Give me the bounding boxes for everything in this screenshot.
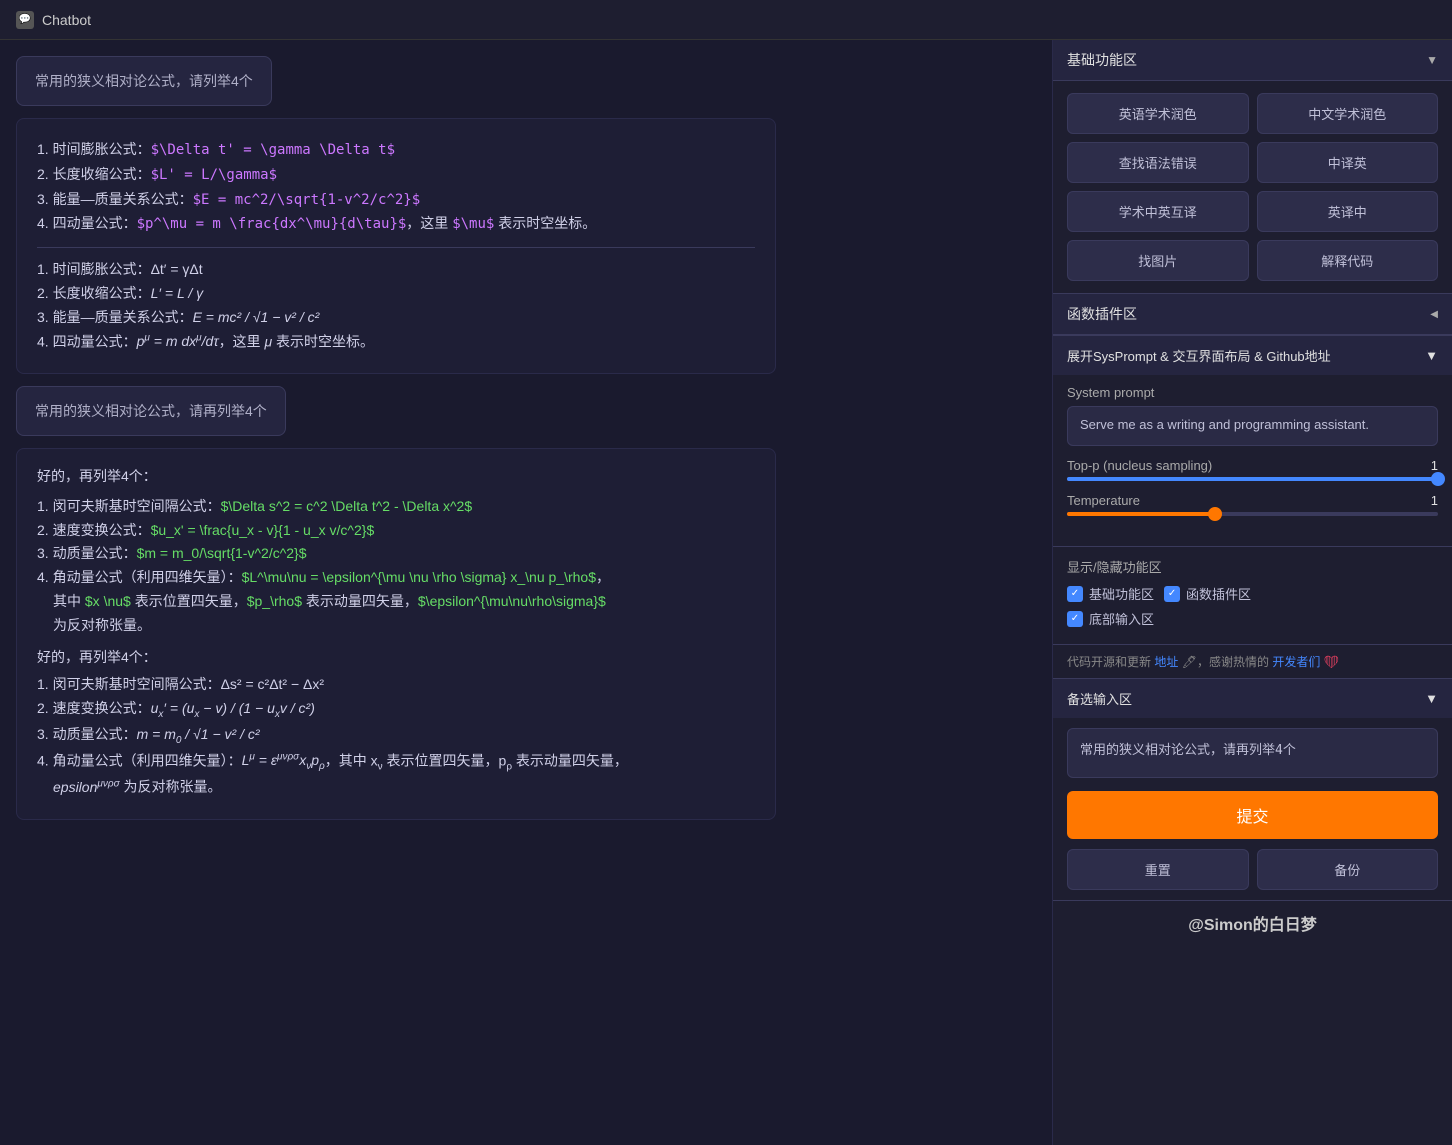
submit-button[interactable]: 提交 xyxy=(1067,791,1438,839)
footer-heart: ❤ xyxy=(1324,655,1339,669)
copy-button[interactable]: 备份 xyxy=(1257,849,1439,890)
btn-grammar-check[interactable]: 查找语法错误 xyxy=(1067,142,1249,183)
plugin-section: 函数插件区 ◀ xyxy=(1053,293,1452,335)
display-checkboxes-2: ✓ 底部输入区 xyxy=(1067,609,1438,628)
system-prompt-value[interactable]: Serve me as a writing and programming as… xyxy=(1067,406,1438,446)
formula-rendered-list-2: 1. 闵可夫斯基时空间隔公式：Δs² = c²Δt² − Δx² 2. 速度变换… xyxy=(37,673,755,799)
temperature-value: 1 xyxy=(1431,493,1438,508)
reset-button[interactable]: 重置 xyxy=(1067,849,1249,890)
footer-link[interactable]: 地址 xyxy=(1154,655,1178,669)
basic-functions-chevron[interactable]: ▼ xyxy=(1426,53,1438,67)
formula-rendered-list: 1. 时间膨胀公式：Δt′ = γΔt 2. 长度收缩公式：L′ = L / γ… xyxy=(37,258,755,354)
user-message-2: 常用的狭义相对论公式，请再列举4个 xyxy=(16,386,286,436)
footer-text-before: 代码开源和更新 xyxy=(1067,655,1151,669)
display-label: 显示/隐藏功能区 xyxy=(1067,557,1438,576)
temperature-slider-fill xyxy=(1067,512,1215,516)
btn-english-academic[interactable]: 英语学术润色 xyxy=(1067,93,1249,134)
backup-header[interactable]: 备选输入区 ▼ xyxy=(1053,679,1452,718)
bottom-action-row: 重置 备份 xyxy=(1067,849,1438,890)
sysprompt-chevron[interactable]: ▼ xyxy=(1425,348,1438,363)
backup-section: 备选输入区 ▼ 提交 重置 备份 xyxy=(1053,678,1452,900)
formula-latex-list-2: 1. 闵可夫斯基时空间隔公式：$\Delta s^2 = c^2 \Delta … xyxy=(37,495,755,638)
assistant-intro: 好的，再列举4个： xyxy=(37,465,755,489)
checkbox-basic[interactable]: ✓ 基础功能区 xyxy=(1067,584,1154,603)
temperature-label: Temperature xyxy=(1067,493,1140,508)
app-header: 💬 Chatbot xyxy=(0,0,1452,40)
top-p-slider-fill xyxy=(1067,477,1438,481)
btn-explain-code[interactable]: 解释代码 xyxy=(1257,240,1439,281)
display-checkboxes: ✓ 基础功能区 ✓ 函数插件区 xyxy=(1067,584,1438,603)
sysprompt-header[interactable]: 展开SysPrompt & 交互界面布局 & Github地址 ▼ xyxy=(1053,336,1452,375)
backup-input[interactable] xyxy=(1067,728,1438,778)
temperature-slider-thumb[interactable] xyxy=(1208,507,1222,521)
checkbox-bottom-input[interactable]: ✓ 底部输入区 xyxy=(1067,609,1154,628)
temperature-slider-track[interactable] xyxy=(1067,512,1438,516)
chatbot-icon: 💬 xyxy=(16,11,34,29)
user-message-1: 常用的狭义相对论公式，请列举4个 xyxy=(16,56,272,106)
btn-find-image[interactable]: 找图片 xyxy=(1067,240,1249,281)
formula-latex-list: 1. 时间膨胀公式：$\Delta t' = \gamma \Delta t$ … xyxy=(37,138,755,237)
footer-text-after: 🖊，感谢热情的 xyxy=(1182,655,1269,669)
top-p-slider-track[interactable] xyxy=(1067,477,1438,481)
temperature-param: Temperature 1 xyxy=(1067,493,1438,516)
plugin-header[interactable]: 函数插件区 ◀ xyxy=(1053,294,1452,334)
right-panel: 基础功能区 ▼ 英语学术润色 中文学术润色 查找语法错误 中译英 学术中英互译 … xyxy=(1052,40,1452,1145)
system-prompt-label: System prompt xyxy=(1067,385,1438,400)
plugin-triangle: ◀ xyxy=(1430,309,1438,320)
assistant-message-1: 1. 时间膨胀公式：$\Delta t' = \gamma \Delta t$ … xyxy=(16,118,776,374)
btn-en-to-zh[interactable]: 英译中 xyxy=(1257,191,1439,232)
footer-link-area: 代码开源和更新 地址 🖊，感谢热情的 开发者们 ❤ xyxy=(1053,644,1452,678)
assistant-intro-2: 好的，再列举4个： xyxy=(37,646,755,670)
top-p-slider-thumb[interactable] xyxy=(1431,472,1445,486)
main-layout: 常用的狭义相对论公式，请列举4个 1. 时间膨胀公式：$\Delta t' = … xyxy=(0,40,1452,1145)
chat-panel: 常用的狭义相对论公式，请列举4个 1. 时间膨胀公式：$\Delta t' = … xyxy=(0,40,1052,1145)
basic-functions-grid: 英语学术润色 中文学术润色 查找语法错误 中译英 学术中英互译 英译中 找图片 … xyxy=(1053,81,1452,293)
display-section: 显示/隐藏功能区 ✓ 基础功能区 ✓ 函数插件区 ✓ 底部输入区 xyxy=(1053,546,1452,644)
sysprompt-content: System prompt Serve me as a writing and … xyxy=(1053,375,1452,538)
app-title: Chatbot xyxy=(42,12,91,28)
btn-chinese-academic[interactable]: 中文学术润色 xyxy=(1257,93,1439,134)
backup-chevron[interactable]: ▼ xyxy=(1425,691,1438,706)
checkbox-plugin-box[interactable]: ✓ xyxy=(1164,586,1180,602)
checkbox-basic-label: 基础功能区 xyxy=(1089,584,1154,603)
checkbox-plugin-label: 函数插件区 xyxy=(1186,584,1251,603)
sysprompt-section: 展开SysPrompt & 交互界面布局 & Github地址 ▼ System… xyxy=(1053,335,1452,546)
checkbox-plugin[interactable]: ✓ 函数插件区 xyxy=(1164,584,1251,603)
top-p-label: Top-p (nucleus sampling) xyxy=(1067,458,1212,473)
btn-zh-to-en[interactable]: 中译英 xyxy=(1257,142,1439,183)
top-p-value: 1 xyxy=(1431,458,1438,473)
checkbox-bottom-input-box[interactable]: ✓ xyxy=(1067,611,1083,627)
checkbox-basic-box[interactable]: ✓ xyxy=(1067,586,1083,602)
assistant-message-2: 好的，再列举4个： 1. 闵可夫斯基时空间隔公式：$\Delta s^2 = c… xyxy=(16,448,776,820)
footer-dev-link[interactable]: 开发者们 xyxy=(1272,655,1320,669)
basic-functions-header: 基础功能区 ▼ xyxy=(1053,40,1452,81)
checkbox-bottom-input-label: 底部输入区 xyxy=(1089,609,1154,628)
top-p-param: Top-p (nucleus sampling) 1 xyxy=(1067,458,1438,481)
watermark: @Simon的白日梦 xyxy=(1053,900,1452,945)
btn-academic-translate[interactable]: 学术中英互译 xyxy=(1067,191,1249,232)
